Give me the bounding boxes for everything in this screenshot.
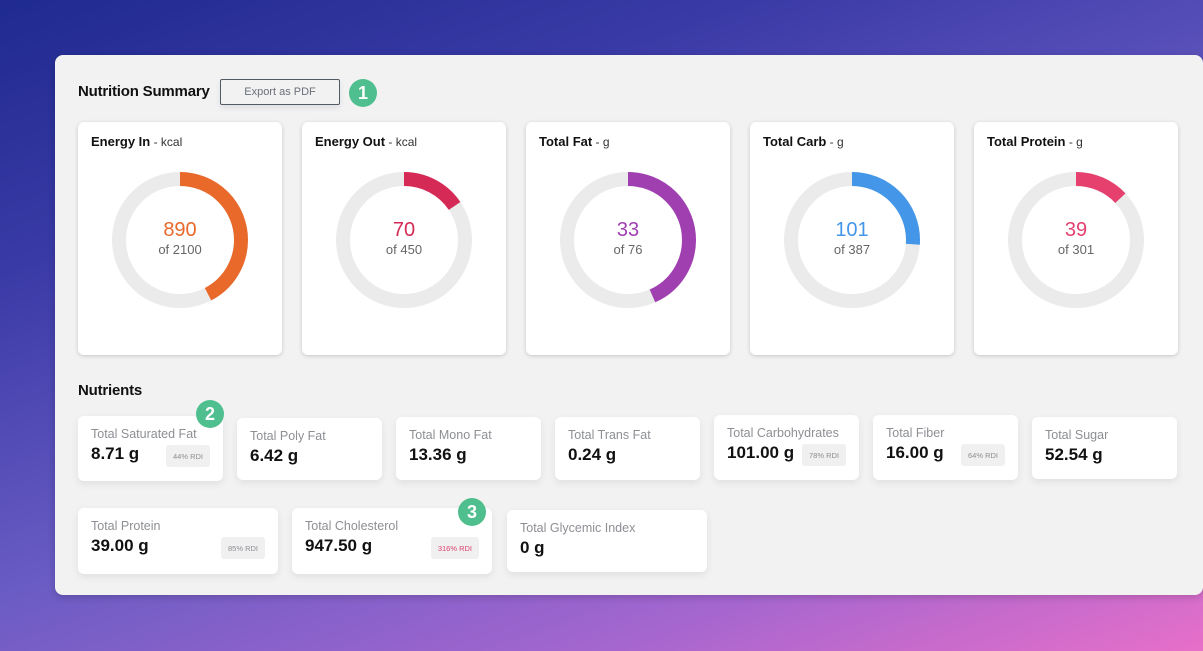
nutrient-card-total-protein: Total Protein 39.00 g 85% RDI: [78, 508, 278, 574]
donut-center-label: 70 of 450: [302, 218, 506, 258]
donut-card-energy-in: Energy In - kcal 890 of 2100: [78, 122, 282, 355]
nutrient-card-total-fiber: Total Fiber 16.00 g 64% RDI: [873, 415, 1018, 480]
nutrient-value: 39.00 g: [91, 536, 149, 555]
nutrient-value: 101.00 g: [727, 443, 795, 462]
nutrient-label: Total Glycemic Index: [520, 521, 636, 535]
donut-goal: of 76: [613, 242, 643, 257]
donut-goal: of 450: [385, 242, 423, 257]
nutrient-value: 52.54 g: [1045, 445, 1103, 464]
donut-center-label: 890 of 2100: [78, 218, 282, 258]
donut-center-label: 101 of 387: [750, 218, 954, 258]
donut-card-total-fat: Total Fat - g 33 of 76: [526, 122, 730, 355]
nutrient-value: 0 g: [520, 538, 545, 557]
nutrient-label: Total Saturated Fat: [91, 427, 197, 441]
donut-value: 70: [392, 219, 416, 241]
donut-card-total-carb: Total Carb - g 101 of 387: [750, 122, 954, 355]
nutrient-label: Total Sugar: [1045, 428, 1109, 442]
rdi-badge: 64% RDI: [960, 444, 1005, 466]
donut-value: 890: [163, 219, 197, 241]
rdi-badge: 316% RDI: [430, 537, 479, 559]
donut-goal: of 387: [833, 242, 871, 257]
donut-center-label: 39 of 301: [974, 218, 1178, 258]
donut-goal: of 2100: [158, 242, 202, 257]
step-badge-3: 3: [458, 498, 486, 526]
donut-goal: of 301: [1057, 242, 1095, 257]
nutrient-card-total-trans-fat: Total Trans Fat 0.24 g: [555, 417, 700, 480]
nutrient-label: Total Poly Fat: [250, 429, 326, 443]
rdi-badge: 44% RDI: [165, 445, 210, 467]
nutrient-card-total-glycemic-index: Total Glycemic Index 0 g: [507, 510, 707, 572]
nutrients-title: Nutrients: [78, 382, 143, 399]
nutrient-value: 13.36 g: [409, 445, 467, 464]
donut-value: 33: [616, 219, 640, 241]
nutrient-card-total-saturated-fat: Total Saturated Fat 8.71 g 44% RDI: [78, 416, 223, 481]
nutrient-value: 0.24 g: [568, 445, 617, 464]
nutrient-value: 947.50 g: [305, 536, 373, 555]
donut-card-total-protein: Total Protein - g 39 of 301: [974, 122, 1178, 355]
donut-card-energy-out: Energy Out - kcal 70 of 450: [302, 122, 506, 355]
step-badge-1: 1: [349, 79, 377, 107]
nutrient-label: Total Protein: [91, 519, 161, 533]
nutrition-summary-title: Nutrition Summary: [78, 83, 210, 100]
nutrition-panel: Nutrition Summary Export as PDF 1 Energy…: [55, 55, 1203, 595]
nutrient-value: 16.00 g: [886, 443, 944, 462]
rdi-badge: 78% RDI: [801, 444, 846, 466]
nutrient-card-total-mono-fat: Total Mono Fat 13.36 g: [396, 417, 541, 480]
nutrient-value: 6.42 g: [250, 446, 299, 465]
donut-value: 39: [1064, 219, 1088, 241]
nutrient-card-total-poly-fat: Total Poly Fat 6.42 g: [237, 418, 382, 480]
nutrient-label: Total Cholesterol: [305, 519, 399, 533]
nutrient-label: Total Fiber: [886, 426, 945, 440]
nutrient-value: 8.71 g: [91, 444, 140, 463]
donut-value: 101: [835, 219, 869, 241]
nutrient-label: Total Mono Fat: [409, 428, 492, 442]
nutrient-card-total-carbohydrates: Total Carbohydrates 101.00 g 78% RDI: [714, 415, 859, 480]
nutrient-label: Total Trans Fat: [568, 428, 651, 442]
step-badge-2: 2: [196, 400, 224, 428]
nutrient-card-total-sugar: Total Sugar 52.54 g: [1032, 417, 1177, 479]
export-pdf-button[interactable]: Export as PDF: [220, 79, 340, 105]
rdi-badge: 85% RDI: [220, 537, 265, 559]
donut-center-label: 33 of 76: [526, 218, 730, 258]
nutrient-label: Total Carbohydrates: [727, 426, 839, 440]
